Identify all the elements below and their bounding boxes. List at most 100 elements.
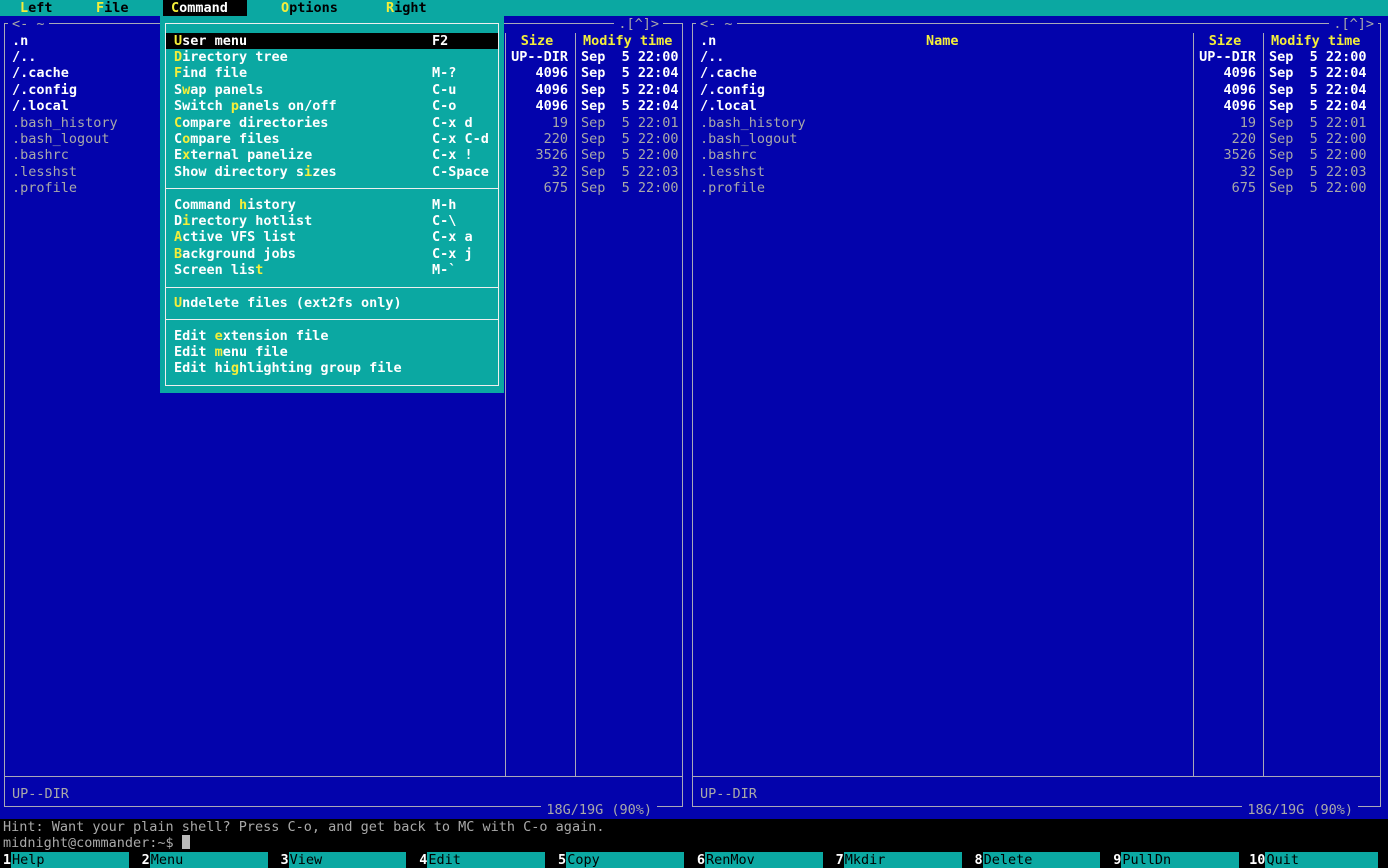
- file-mtime: Sep 5 22:04: [581, 82, 679, 98]
- shell-prompt[interactable]: midnight@commander:~$: [3, 835, 190, 851]
- menu-item-switch-panels[interactable]: Switch panels on/offC-o: [166, 98, 498, 114]
- file-mtime: Sep 5 22:00: [581, 147, 679, 163]
- shortcut: C-u: [432, 82, 456, 98]
- menu-label: ommand: [179, 0, 228, 16]
- file-mtime: Sep 5 22:00: [581, 180, 679, 196]
- menu-item-user-menu[interactable]: User menuF2: [166, 33, 498, 49]
- menu-label: ptions: [289, 0, 338, 16]
- panel-border-top: [692, 23, 1381, 24]
- menu-item-edit-extension-file[interactable]: Edit extension file: [166, 328, 498, 344]
- file-name: /.cache: [700, 65, 757, 81]
- panel-title[interactable]: <- ~: [696, 16, 737, 32]
- menu-left[interactable]: Left: [20, 0, 53, 16]
- fkey-renmov-button[interactable]: 6RenMov: [694, 852, 833, 868]
- file-row[interactable]: .profile675Sep 5 22:00: [688, 180, 1388, 196]
- panel-nav-buttons[interactable]: .[^]>: [1329, 16, 1378, 32]
- panel-nav-buttons[interactable]: .[^]>: [614, 16, 663, 32]
- shortcut: M-?: [432, 65, 456, 81]
- menu-item-command-history[interactable]: Command historyM-h: [166, 197, 498, 213]
- menu-item-background-jobs[interactable]: Background jobsC-x j: [166, 246, 498, 262]
- menu-command[interactable]: Command: [171, 0, 228, 16]
- menu-item-active-vfs-list[interactable]: Active VFS listC-x a: [166, 229, 498, 245]
- file-size: 675: [506, 180, 568, 196]
- fkey-delete-button[interactable]: 8Delete: [972, 852, 1111, 868]
- menu-separator: [166, 319, 498, 320]
- hint-line: Hint: Want your plain shell? Press C-o, …: [3, 819, 604, 835]
- file-name: .lesshst: [12, 164, 77, 180]
- menu-item-directory-tree[interactable]: Directory tree: [166, 49, 498, 65]
- menu-hotkey: O: [281, 0, 289, 16]
- menu-item-undelete-files[interactable]: Undelete files (ext2fs only): [166, 295, 498, 311]
- menu-label: ile: [104, 0, 128, 16]
- file-name: .bashrc: [700, 147, 757, 163]
- menu-file[interactable]: File: [96, 0, 129, 16]
- file-size: 32: [1194, 164, 1256, 180]
- sort-indicator: .n: [12, 33, 28, 49]
- column-header-mtime[interactable]: Modify time: [583, 33, 672, 49]
- file-mtime: Sep 5 22:04: [581, 65, 679, 81]
- file-row[interactable]: .bash_history19Sep 5 22:01: [688, 115, 1388, 131]
- column-header-name[interactable]: Name: [926, 33, 959, 49]
- file-size: 4096: [506, 65, 568, 81]
- fkey-mkdir-button[interactable]: 7Mkdir: [833, 852, 972, 868]
- fkey-help-button[interactable]: 1Help: [0, 852, 139, 868]
- menu-item-external-panelize[interactable]: External panelizeC-x !: [166, 147, 498, 163]
- fkey-edit-button[interactable]: 4Edit: [416, 852, 555, 868]
- fkey-quit-button[interactable]: 10Quit: [1249, 852, 1388, 868]
- file-row[interactable]: /.local4096Sep 5 22:04: [688, 98, 1388, 114]
- menu-hotkey: F: [96, 0, 104, 16]
- file-row[interactable]: .lesshst32Sep 5 22:03: [688, 164, 1388, 180]
- menu-item-screen-list[interactable]: Screen listM-`: [166, 262, 498, 278]
- menu-item-directory-hotlist[interactable]: Directory hotlistC-\: [166, 213, 498, 229]
- file-mtime: Sep 5 22:00: [1269, 49, 1367, 65]
- file-name: /.local: [700, 98, 757, 114]
- menu-item-find-file[interactable]: Find fileM-?: [166, 65, 498, 81]
- shortcut: C-x a: [432, 229, 473, 245]
- fkey-copy-button[interactable]: 5Copy: [555, 852, 694, 868]
- menu-item-swap-panels[interactable]: Swap panelsC-u: [166, 82, 498, 98]
- file-mtime: Sep 5 22:01: [1269, 115, 1367, 131]
- disk-usage: 18G/19G (90%): [1242, 802, 1358, 818]
- menu-options[interactable]: Options: [281, 0, 338, 16]
- shortcut: C-\: [432, 213, 456, 229]
- column-header-size[interactable]: Size: [1194, 33, 1256, 49]
- file-size: UP--DIR: [1194, 49, 1256, 65]
- fkey-pulldn-button[interactable]: 9PullDn: [1110, 852, 1249, 868]
- file-mtime: Sep 5 22:00: [1269, 180, 1367, 196]
- file-mtime: Sep 5 22:01: [581, 115, 679, 131]
- file-size: 19: [1194, 115, 1256, 131]
- file-mtime: Sep 5 22:00: [1269, 147, 1367, 163]
- file-size: 4096: [506, 98, 568, 114]
- menu-separator: [166, 287, 498, 288]
- sort-indicator: .n: [700, 33, 716, 49]
- file-row[interactable]: .bash_logout220Sep 5 22:00: [688, 131, 1388, 147]
- fkey-view-button[interactable]: 3View: [278, 852, 417, 868]
- file-mtime: Sep 5 22:03: [581, 164, 679, 180]
- file-size: UP--DIR: [506, 49, 568, 65]
- menu-item-edit-highlighting-group-file[interactable]: Edit highlighting group file: [166, 360, 498, 376]
- file-mtime: Sep 5 22:04: [1269, 65, 1367, 81]
- menu-label: eft: [28, 0, 52, 16]
- panel-title[interactable]: <- ~: [8, 16, 49, 32]
- column-header-mtime[interactable]: Modify time: [1271, 33, 1360, 49]
- menu-right[interactable]: Right: [386, 0, 427, 16]
- file-row[interactable]: /.cache4096Sep 5 22:04: [688, 65, 1388, 81]
- fkey-menu-button[interactable]: 2Menu: [139, 852, 278, 868]
- file-name: .profile: [700, 180, 765, 196]
- menu-item-edit-menu-file[interactable]: Edit menu file: [166, 344, 498, 360]
- column-header-size[interactable]: Size: [506, 33, 568, 49]
- shortcut: C-Space: [432, 164, 489, 180]
- menu-item-show-directory-sizes[interactable]: Show directory sizesC-Space: [166, 164, 498, 180]
- file-row[interactable]: .bashrc3526Sep 5 22:00: [688, 147, 1388, 163]
- menu-item-compare-files[interactable]: Compare filesC-x C-d: [166, 131, 498, 147]
- file-row[interactable]: /..UP--DIRSep 5 22:00: [688, 49, 1388, 65]
- menu-item-compare-directories[interactable]: Compare directoriesC-x d: [166, 115, 498, 131]
- file-size: 220: [1194, 131, 1256, 147]
- file-mtime: Sep 5 22:00: [581, 49, 679, 65]
- shortcut: C-x j: [432, 246, 473, 262]
- file-name: .lesshst: [700, 164, 765, 180]
- command-dropdown-menu: User menuF2 Directory tree Find fileM-? …: [160, 16, 504, 393]
- file-name: /..: [12, 49, 36, 65]
- mini-status: UP--DIR: [12, 786, 69, 802]
- file-row[interactable]: /.config4096Sep 5 22:04: [688, 82, 1388, 98]
